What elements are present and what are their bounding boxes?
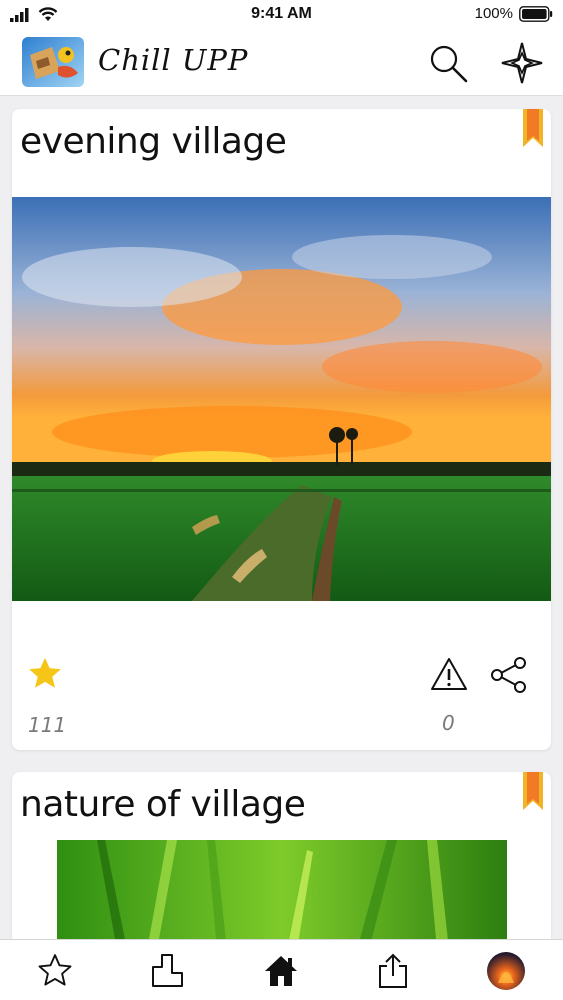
share-button[interactable]: [489, 656, 529, 698]
app-header: Chill UPP: [0, 30, 563, 96]
post-feed[interactable]: evening village 111 0 nature of village: [0, 97, 563, 939]
battery-status: 100%: [475, 5, 553, 22]
star-icon: [38, 953, 72, 986]
tab-home[interactable]: [251, 940, 311, 1000]
favorite-button[interactable]: [26, 655, 64, 697]
battery-icon: [519, 5, 553, 22]
post-card: nature of village: [12, 772, 551, 939]
post-title: nature of village: [20, 784, 306, 825]
tab-puzzle[interactable]: [138, 940, 198, 1000]
search-icon: [430, 45, 468, 83]
share-icon: [491, 657, 526, 693]
tab-bar: [0, 939, 563, 1000]
bookmark-button[interactable]: [523, 109, 543, 147]
bookmark-button[interactable]: [523, 772, 543, 810]
bookmark-icon: [523, 772, 543, 810]
search-button[interactable]: [425, 40, 471, 86]
compass-star-icon: [501, 42, 543, 84]
tab-profile[interactable]: [476, 940, 536, 1000]
report-count: 0: [442, 711, 455, 735]
tab-favorites[interactable]: [25, 940, 85, 1000]
explore-button[interactable]: [499, 40, 545, 86]
bookmark-icon: [523, 109, 543, 147]
warning-icon: [431, 658, 467, 690]
battery-percentage: 100%: [474, 5, 513, 22]
home-icon: [265, 955, 297, 986]
app-title: Chill UPP: [98, 43, 249, 77]
post-image[interactable]: [57, 840, 507, 939]
status-bar: 9:41 AM 100%: [0, 0, 563, 30]
report-button[interactable]: [430, 656, 468, 696]
puzzle-icon: [152, 953, 183, 987]
like-count: 111: [28, 713, 67, 737]
app-logo: [22, 37, 84, 87]
upload-icon: [379, 953, 407, 988]
post-title: evening village: [20, 121, 287, 162]
avatar: [487, 951, 525, 990]
tab-upload[interactable]: [363, 940, 423, 1000]
post-card: evening village 111 0: [12, 109, 551, 750]
post-image[interactable]: [12, 197, 551, 601]
star-icon: [29, 657, 61, 688]
